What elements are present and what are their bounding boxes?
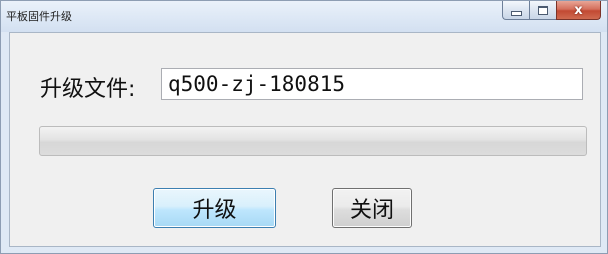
maximize-icon: [538, 5, 548, 15]
firmware-upgrade-window: 平板固件升级 x 升级文件: q500-zj-180815 升级 关闭: [0, 0, 608, 254]
close-button[interactable]: 关闭: [332, 188, 412, 228]
maximize-button[interactable]: [529, 1, 556, 20]
upgrade-file-label: 升级文件:: [40, 77, 136, 102]
window-title: 平板固件升级: [6, 10, 72, 23]
upgrade-progress-bar: [39, 126, 587, 156]
minimize-icon: [510, 10, 522, 16]
upgrade-file-field[interactable]: q500-zj-180815: [161, 68, 583, 100]
close-window-button[interactable]: x: [556, 1, 601, 20]
upgrade-button[interactable]: 升级: [153, 188, 276, 228]
caption-buttons: x: [502, 1, 601, 21]
title-bar[interactable]: 平板固件升级 x: [1, 1, 607, 32]
minimize-button[interactable]: [502, 1, 529, 20]
dialog-body: 升级文件: q500-zj-180815 升级 关闭: [9, 32, 601, 247]
close-icon: x: [574, 2, 583, 18]
